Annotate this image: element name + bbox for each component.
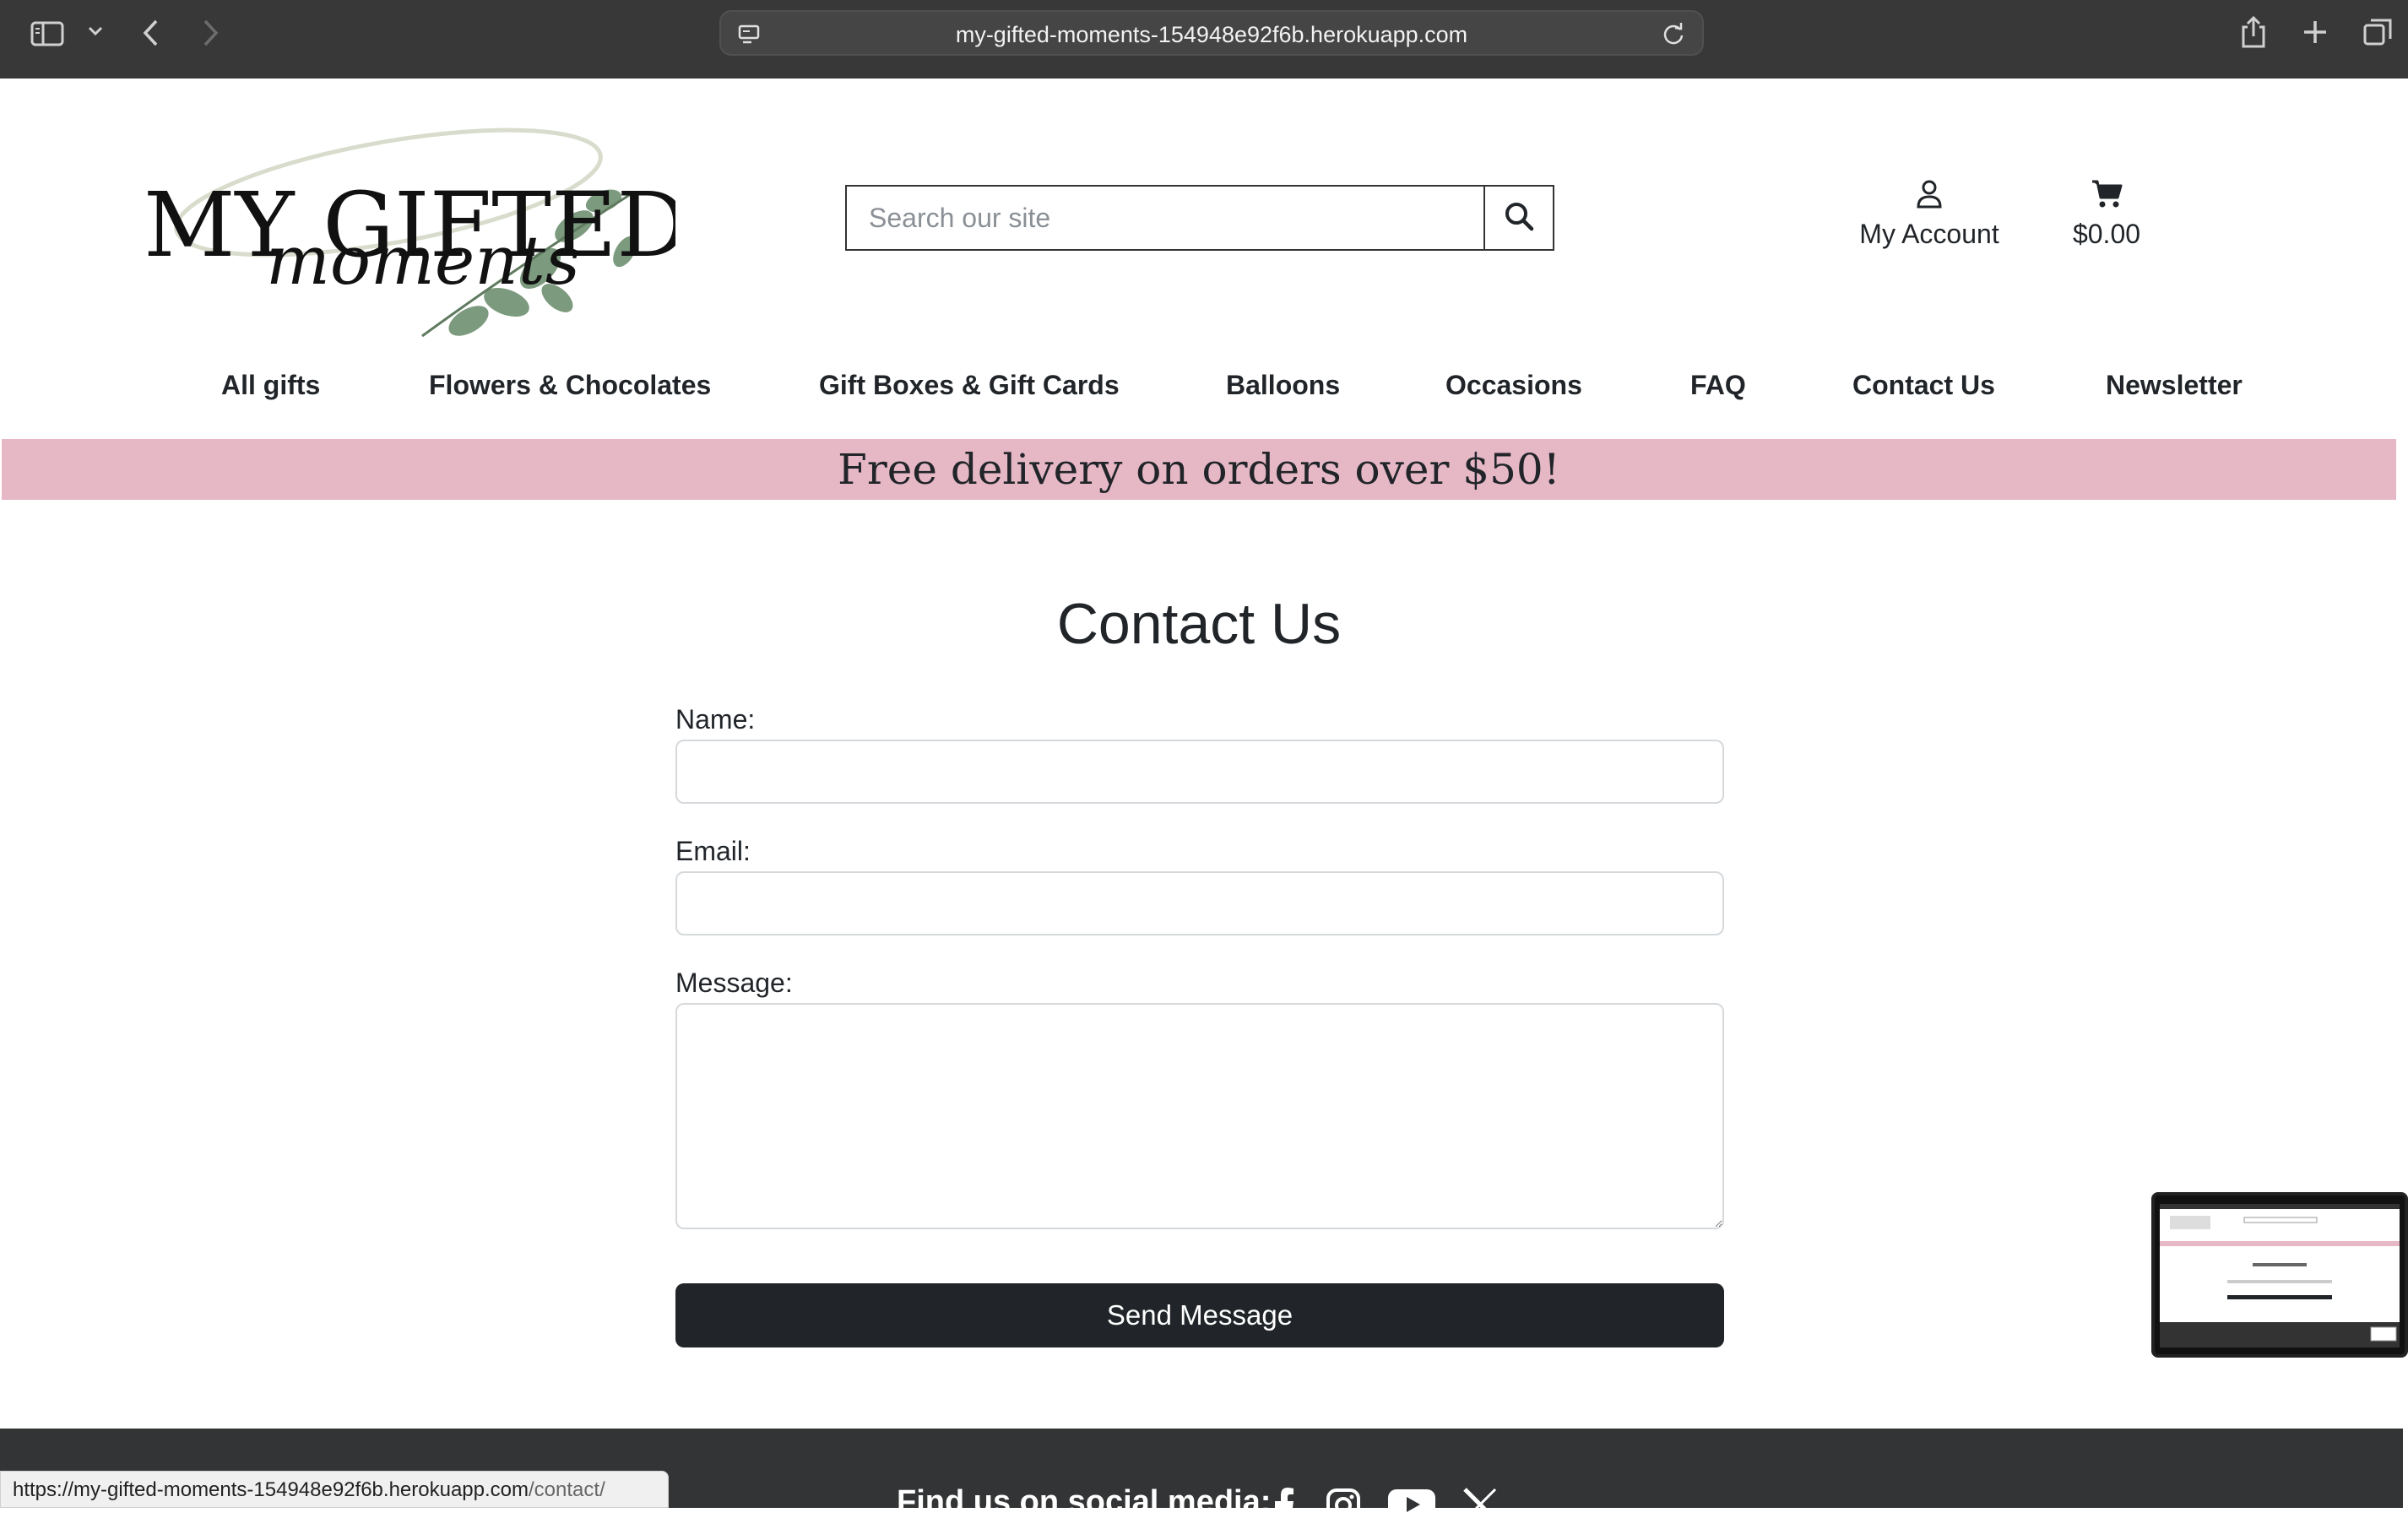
page-title: Contact Us (1056, 592, 1342, 656)
promo-banner-text: Free delivery on orders over $50! (838, 445, 1560, 494)
nav-item-all-gifts[interactable]: All gifts (221, 370, 320, 401)
nav-item-flowers-chocolates[interactable]: Flowers & Chocolates (429, 370, 711, 401)
user-icon (1915, 180, 1944, 213)
nav-item-occasions[interactable]: Occasions (1445, 370, 1582, 401)
forward-icon[interactable] (201, 19, 220, 52)
cart-total: $0.00 (2072, 219, 2141, 249)
nav-item-gift-boxes[interactable]: Gift Boxes & Gift Cards (819, 370, 1120, 401)
social-media-heading: Find us on social media: (897, 1484, 1272, 1520)
message-label: Message: (675, 968, 793, 998)
reload-icon[interactable] (1662, 23, 1685, 51)
send-message-button[interactable]: Send Message (675, 1283, 1724, 1347)
sidebar-toggle-icon[interactable] (30, 20, 64, 52)
search-icon (1504, 201, 1534, 236)
promo-banner: Free delivery on orders over $50! (2, 439, 2396, 500)
tab-overview-icon[interactable] (2362, 17, 2393, 52)
nav-item-contact-us[interactable]: Contact Us (1852, 370, 1995, 401)
shopping-cart-icon (2091, 180, 2123, 213)
x-icon[interactable] (1462, 1488, 1498, 1526)
logo-text-script: moments (266, 221, 580, 300)
facebook-icon[interactable] (1273, 1488, 1295, 1529)
address-bar[interactable]: my-gifted-moments-154948e92f6b.herokuapp… (719, 10, 1704, 56)
link-status-bar: https://my-gifted-moments-154948e92f6b.h… (0, 1471, 669, 1508)
share-icon[interactable] (2239, 15, 2268, 53)
email-field[interactable] (675, 871, 1724, 935)
status-url-path: /contact/ (529, 1478, 605, 1501)
site-logo[interactable]: MY GIFTED moments (135, 100, 688, 353)
message-field[interactable] (675, 1003, 1724, 1229)
main-nav: All gifts Flowers & Chocolates Gift Boxe… (0, 370, 2408, 415)
browser-toolbar: my-gifted-moments-154948e92f6b.herokuapp… (0, 0, 2408, 79)
nav-item-balloons[interactable]: Balloons (1226, 370, 1340, 401)
my-account-link[interactable]: My Account (1841, 179, 2018, 250)
status-url-main: https://my-gifted-moments-154948e92f6b.h… (13, 1478, 529, 1501)
address-url: my-gifted-moments-154948e92f6b.herokuapp… (955, 22, 1468, 47)
page-preview-content (2160, 1204, 2400, 1347)
new-tab-icon[interactable] (2302, 19, 2329, 50)
cart-link[interactable]: $0.00 (2052, 179, 2161, 250)
chevron-down-icon[interactable] (88, 25, 103, 41)
nav-item-newsletter[interactable]: Newsletter (2106, 370, 2243, 401)
email-label: Email: (675, 836, 751, 866)
name-field[interactable] (675, 740, 1724, 804)
youtube-icon[interactable] (1388, 1488, 1435, 1526)
site-search (845, 185, 1554, 251)
back-icon[interactable] (142, 19, 160, 52)
nav-item-faq[interactable]: FAQ (1690, 370, 1746, 401)
page-preview-thumbnail[interactable] (2151, 1192, 2408, 1358)
search-button[interactable] (1483, 185, 1554, 251)
search-input[interactable] (845, 185, 1485, 251)
my-account-label: My Account (1859, 219, 1999, 249)
name-label: Name: (675, 704, 756, 735)
